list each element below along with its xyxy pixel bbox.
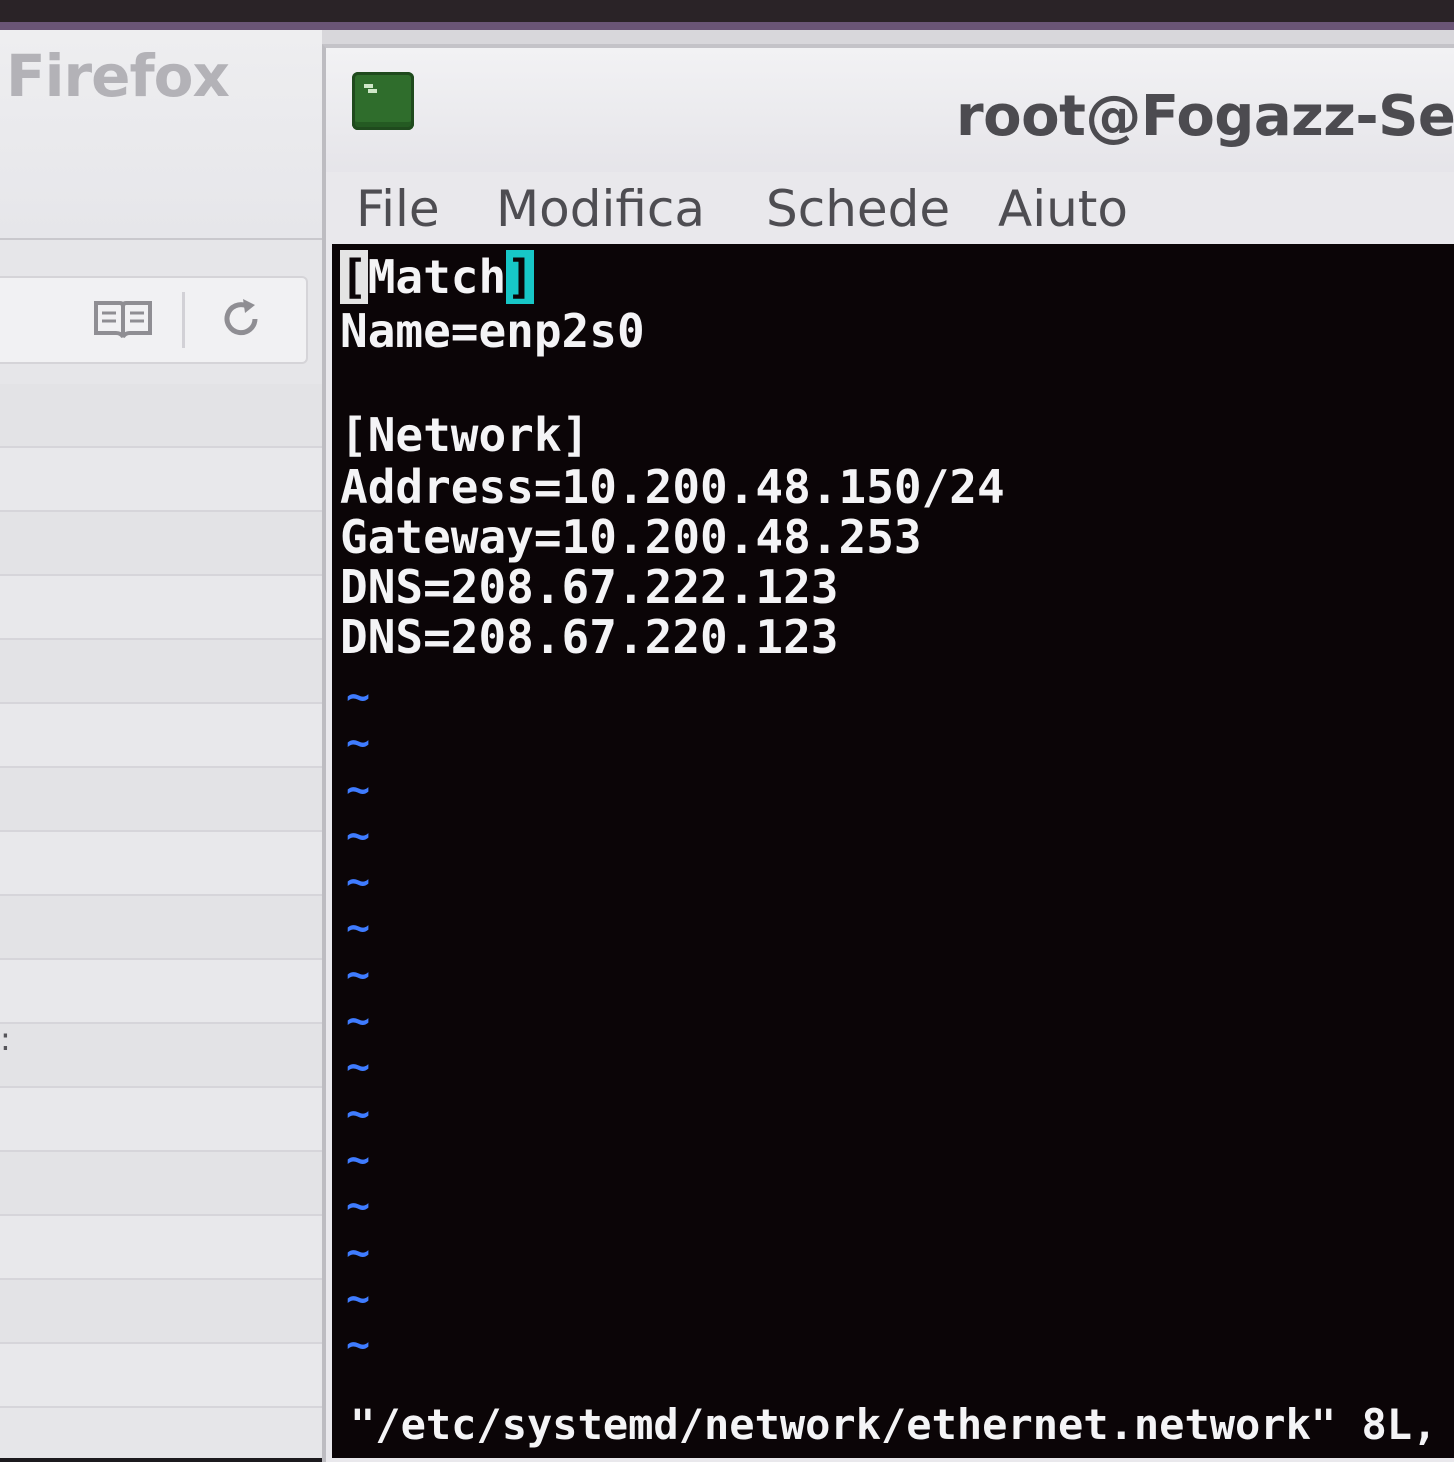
- vim-empty-line-marker: ~: [346, 812, 371, 859]
- reload-icon: [217, 295, 265, 347]
- firefox-header: Firefox: [0, 30, 322, 240]
- vim-line-6: Gateway=10.200.48.253: [340, 510, 922, 564]
- list-item[interactable]: [0, 1152, 322, 1216]
- terminal-window-title: root@Fogazz-Se: [956, 84, 1454, 149]
- reader-view-button[interactable]: [88, 296, 158, 346]
- menu-modifica[interactable]: Modifica: [496, 172, 705, 246]
- vim-empty-line-marker: ~: [346, 1136, 371, 1183]
- list-item[interactable]: [0, 832, 322, 896]
- vim-statusline: "/etc/systemd/network/ethernet.network" …: [350, 1400, 1438, 1449]
- vim-line-5: Address=10.200.48.150/24: [340, 460, 1005, 514]
- vim-empty-line-marker: ~: [346, 1275, 371, 1322]
- list-item[interactable]: [0, 448, 322, 512]
- vim-empty-line-marker: ~: [346, 951, 371, 998]
- vim-empty-line-marker: ~: [346, 905, 371, 952]
- vim-empty-line-marker: ~: [346, 859, 371, 906]
- menu-aiuto[interactable]: Aiuto: [998, 172, 1128, 246]
- list-item[interactable]: [0, 640, 322, 704]
- vim-empty-line-marker: ~: [346, 720, 371, 767]
- list-item[interactable]: [0, 512, 322, 576]
- firefox-window: Firefox:: [0, 30, 322, 1458]
- list-item[interactable]: [0, 960, 322, 1024]
- vim-empty-line-marker: ~: [346, 766, 371, 813]
- vim-empty-line-marker: ~: [346, 1183, 371, 1230]
- vim-empty-line-marker: ~: [346, 1229, 371, 1276]
- menu-file[interactable]: File: [356, 172, 440, 246]
- list-item[interactable]: [0, 1216, 322, 1280]
- vim-empty-lines: ~ ~ ~ ~ ~ ~ ~ ~ ~ ~ ~ ~ ~ ~ ~: [346, 674, 370, 1368]
- terminal-titlebar[interactable]: root@Fogazz-Se: [326, 48, 1454, 178]
- list-item[interactable]: [0, 1280, 322, 1344]
- vim-line-2: Name=enp2s0: [340, 304, 645, 358]
- vim-line-8: DNS=208.67.220.123: [340, 610, 839, 664]
- vim-line-1-text: Match: [367, 250, 507, 304]
- sidebar-marker: :: [0, 1020, 11, 1058]
- reload-button[interactable]: [206, 296, 276, 346]
- vim-empty-line-marker: ~: [346, 1044, 371, 1091]
- firefox-toolbar: [0, 276, 308, 364]
- reader-view-icon: [92, 297, 154, 345]
- vim-line-4: [Network]: [340, 408, 590, 462]
- toolbar-separator: [182, 292, 185, 348]
- list-item[interactable]: [0, 384, 322, 448]
- vim-empty-line-marker: ~: [346, 674, 371, 720]
- desktop-screen: Firefox: root@Fogazz-Se File Modifica S…: [0, 0, 1454, 1462]
- vim-bracket-match: ]: [506, 250, 534, 304]
- vim-cursor: [: [340, 250, 368, 304]
- terminal-app-icon: [352, 72, 414, 130]
- terminal-window: root@Fogazz-Se File Modifica Schede Aiut…: [322, 44, 1454, 1462]
- list-item[interactable]: [0, 1344, 322, 1408]
- vim-empty-line-marker: ~: [346, 1322, 371, 1369]
- list-item[interactable]: [0, 768, 322, 832]
- vim-empty-line-marker: ~: [346, 998, 371, 1045]
- list-item[interactable]: [0, 1088, 322, 1152]
- menu-schede[interactable]: Schede: [766, 172, 950, 246]
- firefox-window-title: Firefox: [6, 42, 230, 110]
- firefox-content-list: [0, 384, 322, 1408]
- list-item[interactable]: [0, 704, 322, 768]
- list-item[interactable]: [0, 1024, 322, 1088]
- vim-line-7: DNS=208.67.222.123: [340, 560, 839, 614]
- vim-empty-line-marker: ~: [346, 1090, 371, 1137]
- terminal-content[interactable]: [Match] Name=enp2s0 [Network] Address=10…: [332, 244, 1454, 1458]
- terminal-menubar: File Modifica Schede Aiuto: [326, 172, 1454, 246]
- vim-line-1: [Match]: [340, 250, 534, 304]
- list-item[interactable]: [0, 576, 322, 640]
- list-item[interactable]: [0, 896, 322, 960]
